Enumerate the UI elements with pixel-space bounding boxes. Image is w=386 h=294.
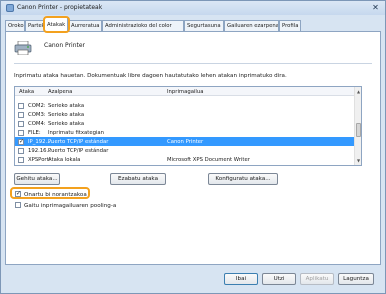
port-list[interactable]: Ataka Azalpena Inprimagailua COM2: Serie… [14, 86, 362, 166]
tab-general[interactable]: Orokorra [5, 20, 25, 31]
properties-dialog: Canon Printer - propietateak ✕ Orokorra … [0, 0, 386, 294]
bidirectional-option[interactable]: Onartu bi norantzakoa [14, 190, 90, 199]
tab-ports[interactable]: Atakak [44, 17, 68, 32]
port-description: Puerto TCP/IP estándar [48, 148, 109, 154]
help-button[interactable]: Laguntza [338, 273, 374, 285]
bidirectional-label: Onartu bi norantzakoa [24, 191, 87, 198]
column-header-port[interactable]: Ataka [19, 89, 34, 95]
ports-description: Inprimatu ataka hauetan. Dokumentuak lib… [14, 73, 287, 79]
tab-security[interactable]: Segurtasuna [184, 20, 224, 31]
port-description: Serieko ataka [48, 112, 85, 118]
printer-icon [14, 41, 32, 55]
ok-button[interactable]: Ibai [224, 273, 258, 285]
port-name: COM3: [28, 112, 46, 118]
cancel-button[interactable]: Utzi [262, 273, 296, 285]
port-row[interactable]: 192.16... Puerto TCP/IP estándar [15, 146, 355, 155]
port-checkbox[interactable] [18, 111, 24, 118]
add-port-button[interactable]: Gehitu ataka... [14, 173, 60, 185]
port-checkbox[interactable] [18, 156, 24, 163]
tab-sharing[interactable]: Partekatze [25, 20, 46, 31]
port-name: FILE: [28, 130, 41, 136]
tab-advanced[interactable]: Aurreratua [68, 20, 102, 31]
tab-color-management[interactable]: Administrazioko del color [102, 20, 184, 31]
column-header-description[interactable]: Azalpena [48, 89, 72, 95]
title-bar[interactable]: Canon Printer - propietateak ✕ [1, 1, 385, 15]
apply-button[interactable]: Aplikatu [300, 273, 334, 285]
close-icon[interactable]: ✕ [371, 3, 380, 12]
printer-icon [6, 4, 14, 12]
pooling-label: Gaitu inprimagailuaren pooling-a [24, 202, 117, 209]
pooling-option[interactable]: Gaitu inprimagailuaren pooling-a [14, 201, 134, 210]
printer-name: Canon Printer [44, 42, 86, 49]
port-description: Inprimatu fitxategian [48, 130, 105, 136]
window-title: Canon Printer - propietateak [17, 4, 103, 11]
port-checkbox[interactable] [18, 147, 24, 154]
divider [14, 63, 372, 64]
port-name: COM2: [28, 103, 46, 109]
ports-panel: Canon Printer Inprimatu ataka hauetan. D… [5, 31, 381, 265]
port-row-selected[interactable]: IP_192.... Puerto TCP/IP estándar Canon … [15, 137, 355, 146]
tab-device-settings[interactable]: Gailuaren ezarpenak [224, 20, 279, 31]
port-description: Serieko ataka [48, 103, 85, 109]
port-printer: Canon Printer [167, 139, 204, 145]
port-name: COM4: [28, 121, 46, 127]
port-row[interactable]: COM3: Serieko ataka [15, 110, 355, 119]
column-header-printer[interactable]: Inprimagailua [167, 89, 204, 95]
port-description: Ataka lokala [48, 157, 81, 163]
pooling-checkbox[interactable] [15, 202, 21, 208]
configure-port-button[interactable]: Konfiguratu ataka... [208, 173, 278, 185]
scroll-down-icon[interactable]: ▼ [355, 157, 361, 164]
bidirectional-checkbox[interactable] [15, 190, 21, 197]
list-header: Ataka Azalpena Inprimagailua [15, 87, 355, 96]
port-checkbox[interactable] [18, 102, 24, 109]
port-row[interactable]: COM4: Serieko ataka [15, 119, 355, 128]
port-printer: Microsoft XPS Document Writer [167, 157, 250, 163]
scroll-thumb[interactable] [356, 123, 361, 137]
port-checkbox[interactable] [18, 120, 24, 127]
port-row[interactable]: FILE: Inprimatu fitxategian [15, 128, 355, 137]
tab-profile[interactable]: Profila [279, 20, 301, 31]
delete-port-button[interactable]: Ezabatu ataka [110, 173, 166, 185]
port-checkbox-checked[interactable] [18, 138, 24, 145]
port-row[interactable]: XPSPort: Ataka lokala Microsoft XPS Docu… [15, 155, 355, 164]
scroll-up-icon[interactable]: ▲ [355, 88, 361, 95]
port-row[interactable]: COM2: Serieko ataka [15, 101, 355, 110]
port-description: Serieko ataka [48, 121, 85, 127]
vertical-scrollbar[interactable]: ▲ ▼ [354, 87, 361, 165]
tab-strip: Orokorra Partekatze Atakak Aurreratua Ad… [5, 16, 383, 33]
port-checkbox[interactable] [18, 129, 24, 136]
port-description: Puerto TCP/IP estándar [48, 139, 109, 145]
